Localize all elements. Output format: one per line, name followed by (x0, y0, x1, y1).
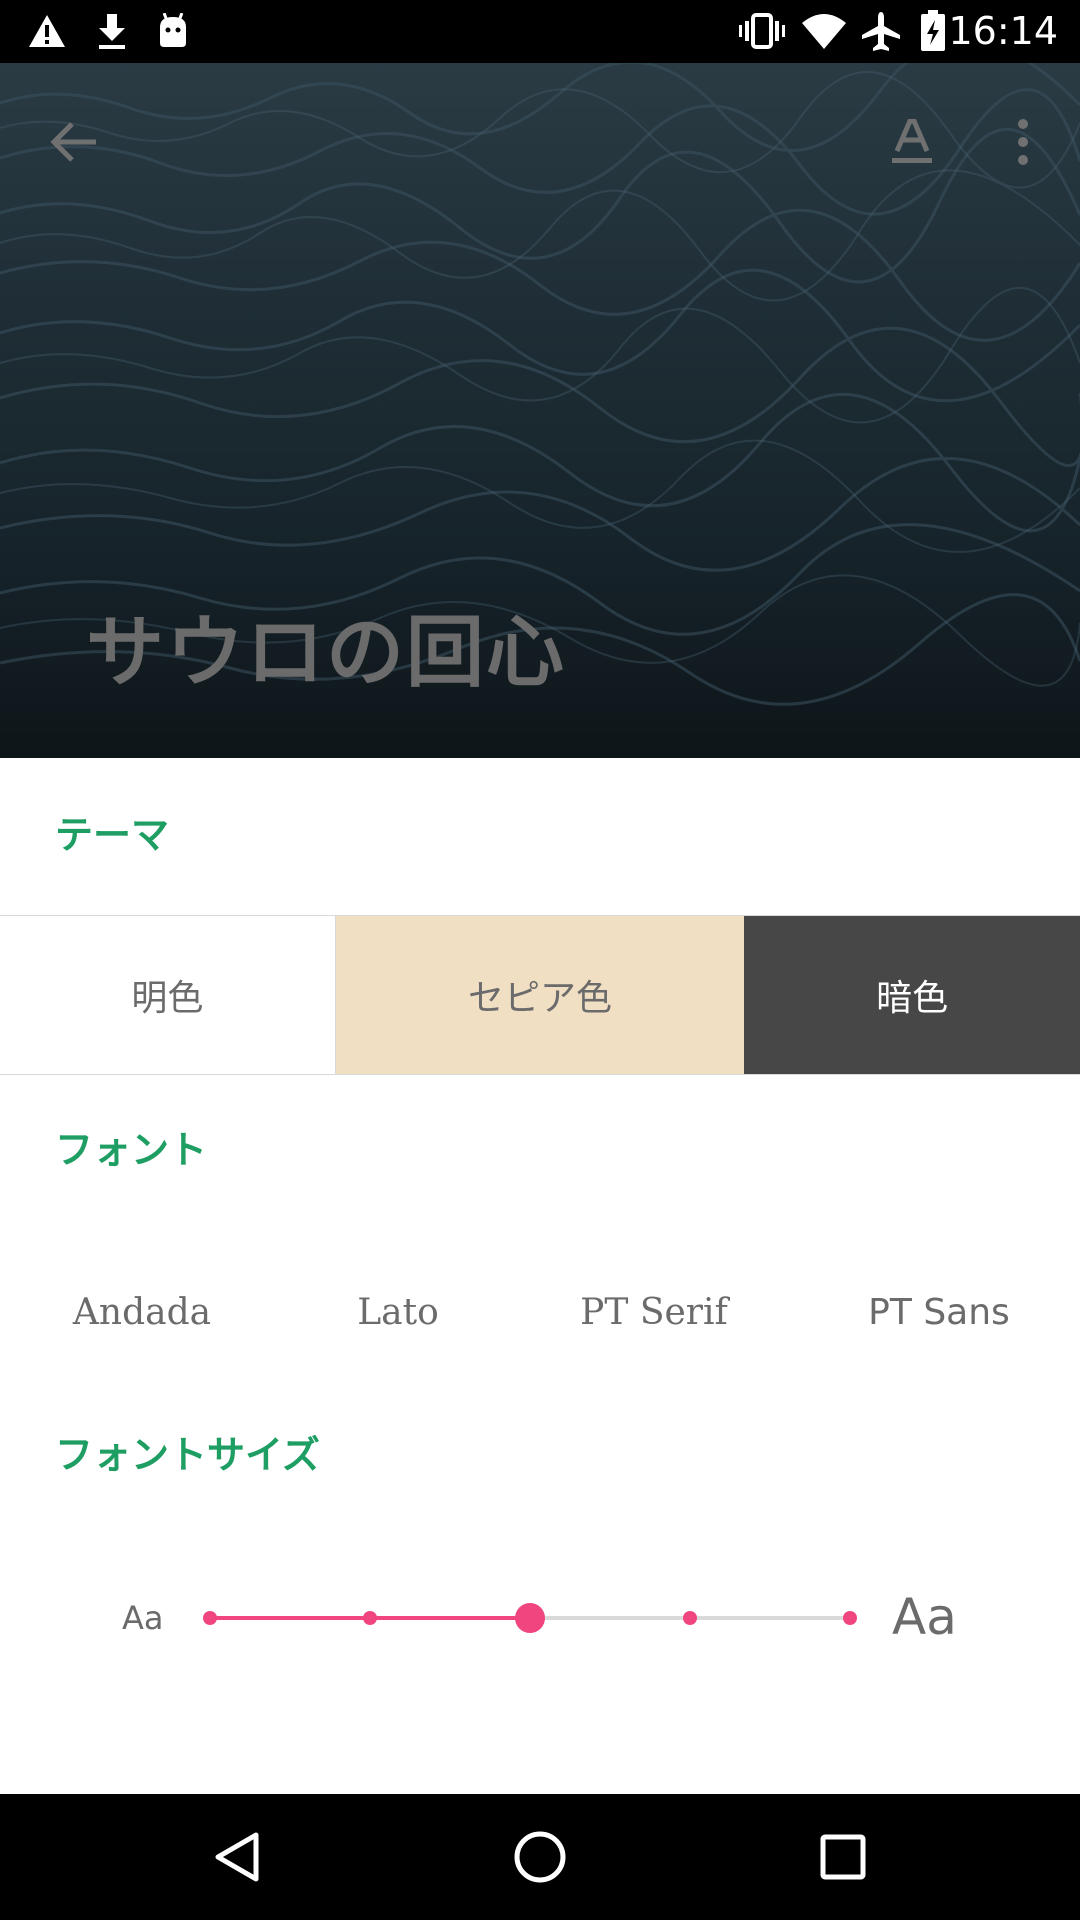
recents-square-icon (820, 1834, 866, 1880)
theme-option-light[interactable]: 明色 (0, 916, 336, 1074)
font-size-small-label: Aa (122, 1599, 164, 1637)
theme-option-sepia[interactable]: セピア色 (335, 916, 745, 1074)
battery-charging-icon (918, 10, 948, 52)
reading-settings-sheet: テーマ 明色 セピア色 暗色 フォント Andada Lato PT Serif… (0, 758, 1080, 1794)
text-format-button[interactable] (878, 108, 946, 176)
back-button[interactable] (40, 108, 108, 176)
airplane-icon (858, 10, 904, 52)
status-clock: 16:14 (948, 9, 1058, 53)
warning-icon (26, 10, 68, 52)
article-cover: サウロの回心 (0, 63, 1080, 758)
font-section-label: フォント (55, 1128, 208, 1172)
font-size-slider-track (203, 1603, 857, 1633)
font-option-pt-sans[interactable]: PT Sans (868, 1283, 1010, 1343)
theme-section-label: テーマ (55, 813, 170, 857)
wifi-icon (800, 10, 848, 52)
status-bar: 16:14 (0, 0, 1080, 63)
font-size-large-label: Aa (892, 1588, 957, 1646)
text-format-icon (892, 119, 932, 163)
vibrate-icon (738, 10, 786, 52)
font-size-section-label: フォントサイズ (55, 1433, 320, 1477)
theme-option-dark[interactable]: 暗色 (744, 916, 1080, 1074)
system-nav-bar (0, 1794, 1080, 1920)
slider-step-4[interactable] (683, 1611, 697, 1625)
home-circle-icon (514, 1831, 566, 1883)
nav-back-button[interactable] (202, 1822, 272, 1892)
more-options-button[interactable] (1000, 108, 1046, 176)
font-option-lato[interactable]: Lato (357, 1283, 439, 1343)
font-option-andada[interactable]: Andada (73, 1283, 211, 1343)
slider-step-5[interactable] (843, 1611, 857, 1625)
theme-selector: 明色 セピア色 暗色 (0, 915, 1080, 1075)
more-vert-icon (1018, 119, 1028, 165)
font-size-row: Aa Aa (0, 1578, 1080, 1658)
slider-step-1[interactable] (203, 1611, 217, 1625)
font-option-pt-serif[interactable]: PT Serif (580, 1283, 728, 1343)
back-triangle-icon (215, 1832, 259, 1882)
back-arrow-icon (50, 122, 96, 162)
slider-step-2[interactable] (363, 1611, 377, 1625)
font-size-slider[interactable] (190, 1578, 870, 1658)
slider-thumb[interactable] (515, 1603, 545, 1633)
android-icon (153, 10, 193, 52)
article-title: サウロの回心 (86, 608, 567, 698)
nav-recents-button[interactable] (808, 1822, 878, 1892)
font-selector: Andada Lato PT Serif PT Sans (0, 1283, 1080, 1343)
download-icon (92, 10, 132, 52)
nav-home-button[interactable] (505, 1822, 575, 1892)
